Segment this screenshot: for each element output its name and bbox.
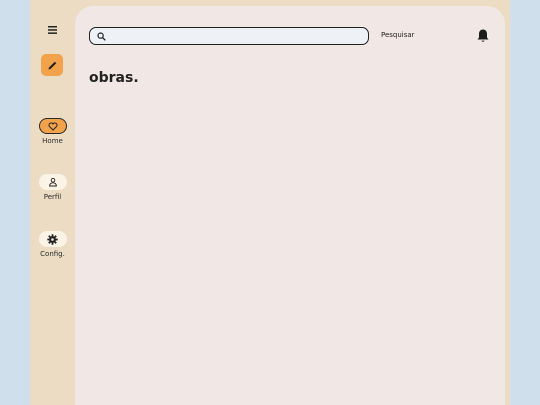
notifications-button[interactable] [476,28,490,44]
search-input[interactable] [110,27,368,45]
sidebar-item-perfil[interactable]: Perfil [30,174,75,201]
nav-indicator [38,231,67,247]
bell-icon [477,29,489,42]
app-window: Home Perfil Config. Pesquisar obras. [30,0,510,405]
menu-button[interactable] [42,20,62,40]
pencil-icon [48,61,56,69]
search-button[interactable]: Pesquisar [381,31,415,39]
search-icon [97,31,106,41]
compose-button[interactable] [41,54,63,76]
sidebar-item-home[interactable]: Home [30,118,75,145]
sidebar-item-label: Home [42,137,63,145]
heart-icon [47,121,58,131]
sidebar-item-config[interactable]: Config. [30,231,75,258]
hamburger-menu-icon [47,26,57,34]
search-bar[interactable] [89,27,369,45]
nav-indicator [38,118,67,134]
main-content: Pesquisar obras. [75,6,505,405]
navigation-rail: Home Perfil Config. [30,0,75,405]
nav-indicator [38,174,67,190]
sidebar-item-label: Config. [40,250,65,258]
page-title: obras. [89,70,139,86]
sidebar-item-label: Perfil [43,193,62,201]
user-icon [48,177,57,187]
gear-icon [47,233,58,245]
